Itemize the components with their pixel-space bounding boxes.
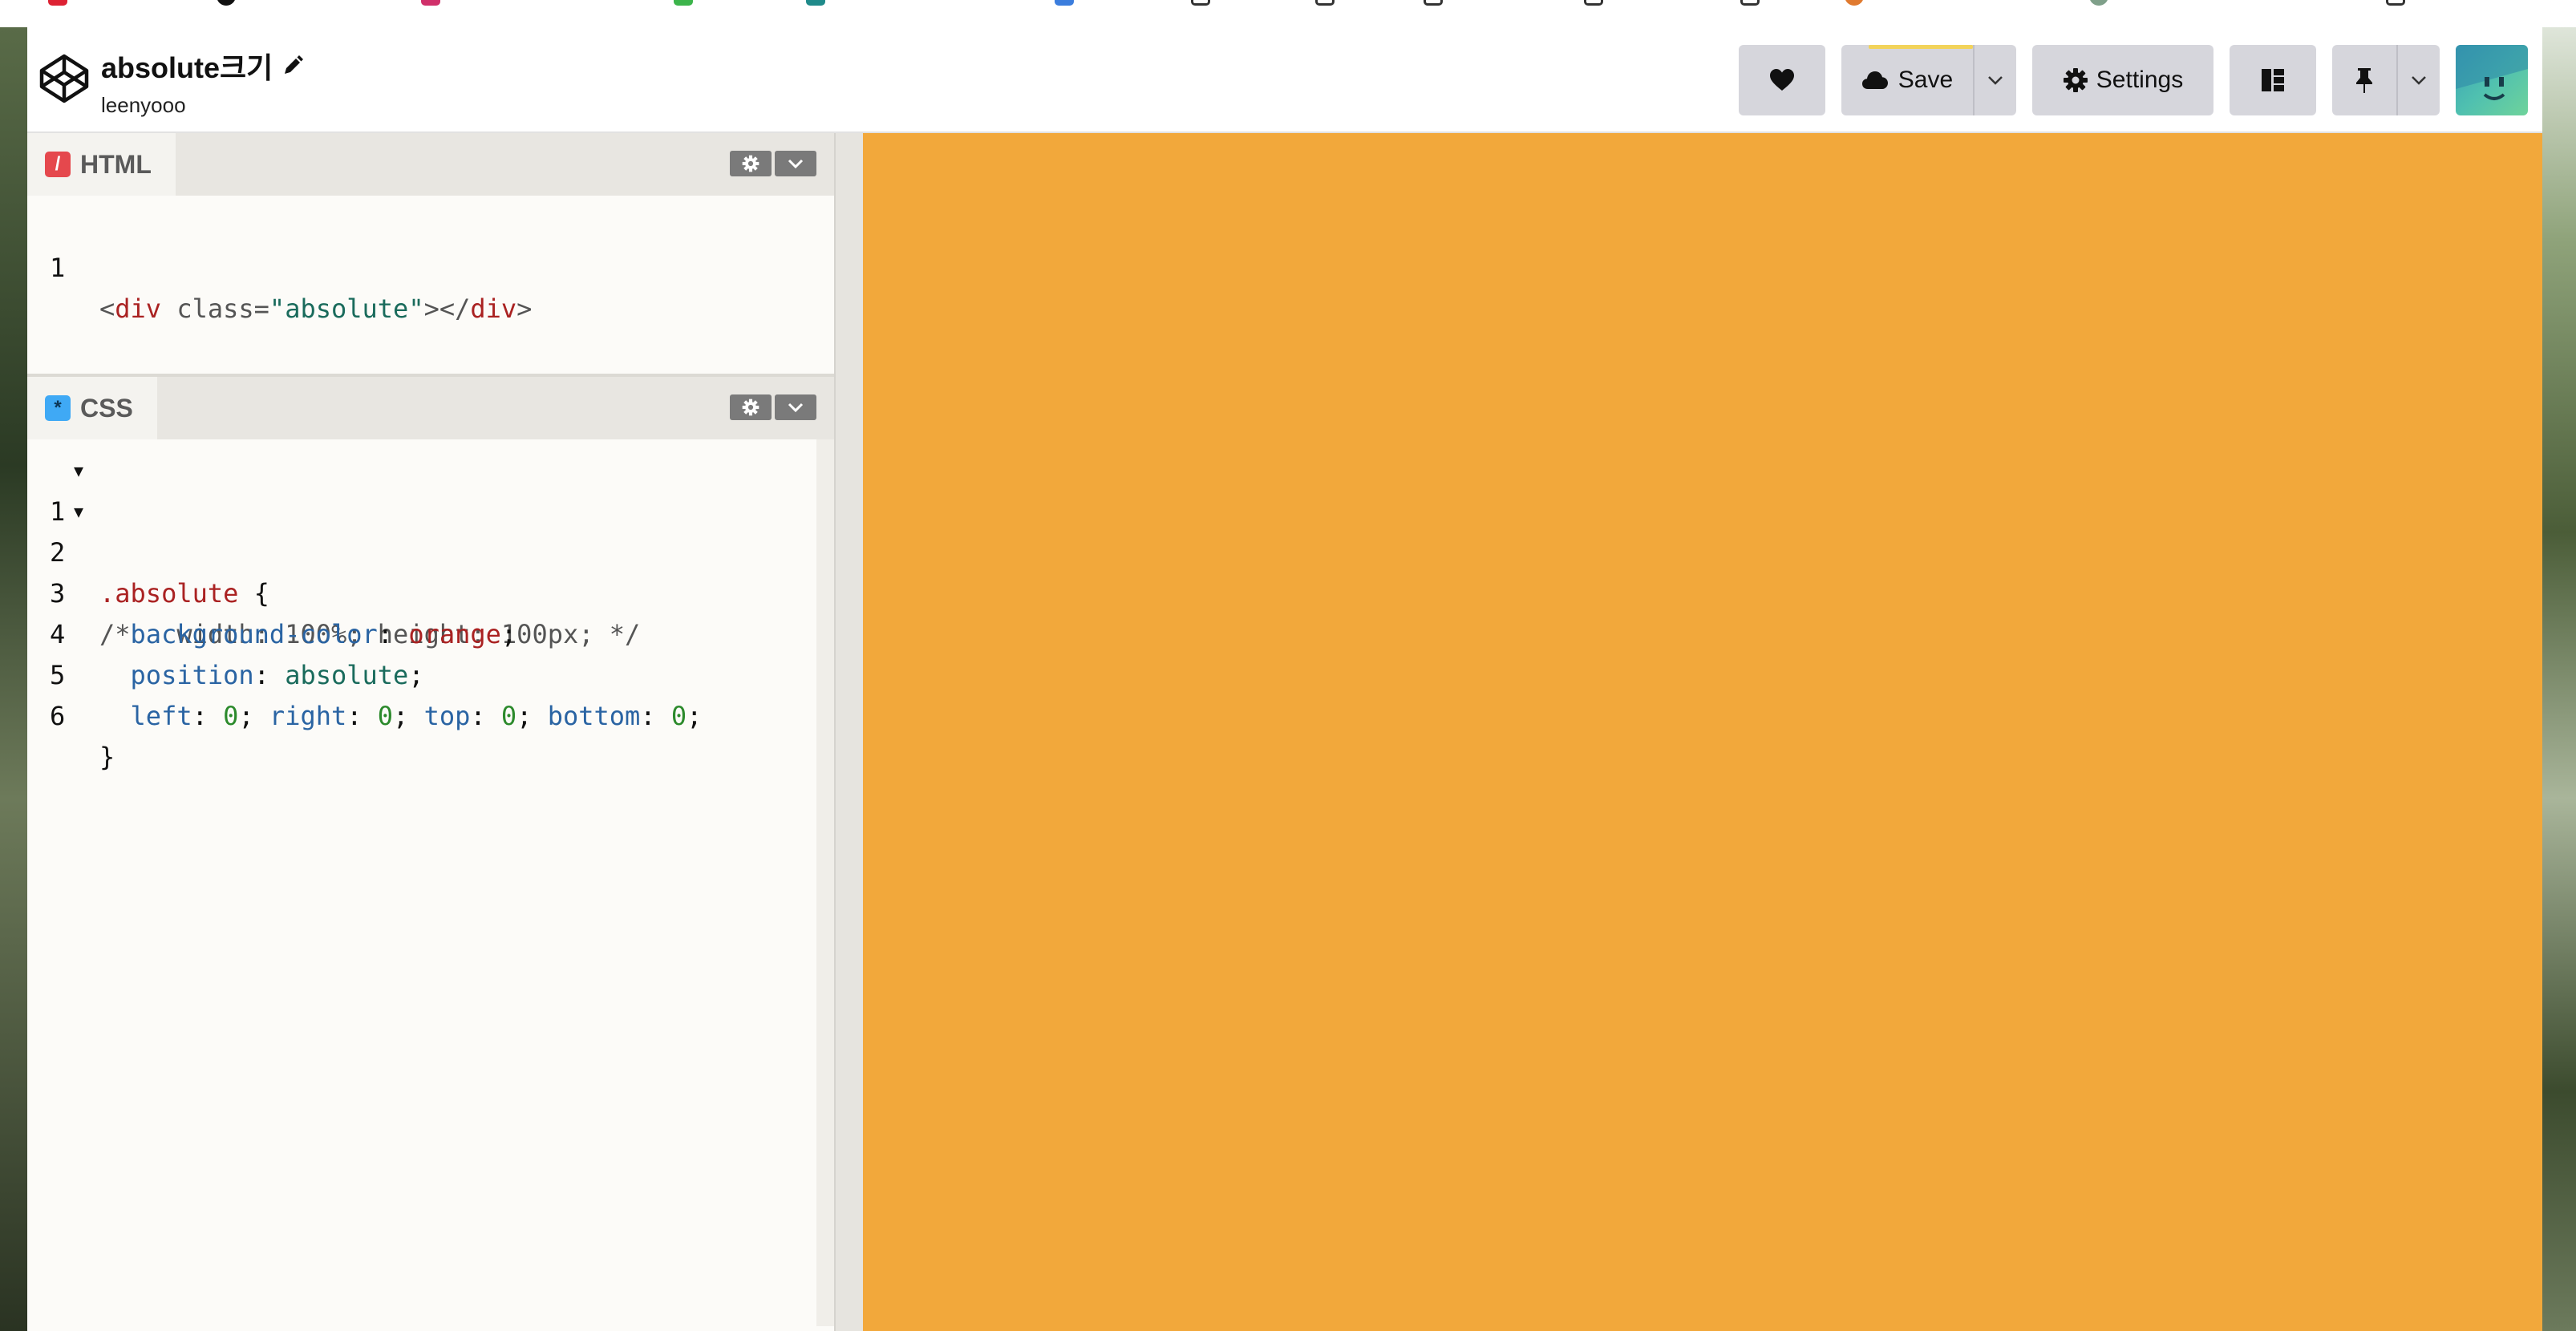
html-collapse-button[interactable] (775, 151, 816, 176)
css-code-area[interactable]: 1 ▼ .absolute { 2 ▼ /* width: 100%; heig… (27, 451, 834, 772)
code-line-text: <div class="absolute"></div> (99, 293, 533, 324)
code-line-text: } (99, 742, 115, 772)
settings-button-label: Settings (2096, 67, 2184, 93)
html-code-area[interactable]: 1 <div class="absolute"></div> (27, 207, 834, 324)
editor-resize-handle[interactable] (834, 133, 863, 1331)
bookmark-item[interactable] (1055, 0, 1074, 10)
bookmark-item[interactable] (2089, 0, 2108, 10)
bookmarks-bar (0, 0, 2576, 27)
layout-icon (2262, 69, 2284, 91)
save-button-label: Save (1898, 67, 1954, 93)
css-settings-button[interactable] (730, 394, 772, 420)
change-view-button[interactable] (2230, 45, 2316, 115)
code-line: 1 ▼ .absolute { (27, 451, 834, 609)
code-line-text: left: 0; right: 0; top: 0; bottom: 0; (130, 701, 703, 731)
pen-title-text[interactable]: absolute크기 (101, 45, 273, 87)
chevron-down-icon (788, 403, 804, 412)
love-button[interactable] (1739, 45, 1825, 115)
fold-arrow-icon[interactable]: ▼ (74, 451, 83, 492)
settings-button[interactable]: Settings (2032, 45, 2213, 115)
tab-css[interactable]: * CSS (27, 377, 157, 439)
bookmark-item[interactable] (674, 0, 693, 10)
code-line: 1 <div class="absolute"></div> (27, 207, 834, 324)
css-collapse-button[interactable] (775, 394, 816, 420)
html-settings-button[interactable] (730, 151, 772, 176)
save-options-button[interactable] (1975, 45, 2016, 115)
bookmark-item[interactable] (48, 0, 67, 10)
css-panel-header: * CSS (27, 377, 834, 439)
bookmark-folder[interactable] (1584, 0, 1603, 10)
bookmark-item[interactable] (217, 0, 236, 10)
pen-title-block: absolute크기 leenyooo (101, 45, 305, 118)
chevron-down-icon (2412, 76, 2426, 85)
bookmark-folder[interactable] (1740, 0, 1760, 10)
cloud-icon (1861, 71, 1888, 89)
pen-header: absolute크기 leenyooo Save Settings (27, 27, 2542, 133)
save-button[interactable]: Save (1841, 45, 1973, 115)
css-badge-icon: * (45, 395, 71, 421)
heart-icon (1770, 69, 1794, 91)
code-line: 6 } (27, 655, 834, 772)
save-progress-bar (1869, 45, 1973, 49)
gear-icon (742, 398, 759, 416)
pencil-icon[interactable] (281, 54, 305, 78)
pin-icon (2356, 68, 2372, 93)
html-tab-label: HTML (80, 149, 152, 179)
pin-button[interactable] (2332, 45, 2396, 115)
codepen-app: absolute크기 leenyooo Save Settings / HTML… (27, 27, 2542, 1331)
editor-column: / HTML 1 <div class="absolute"></div> * … (27, 133, 834, 1331)
chevron-down-icon (1988, 76, 2003, 85)
css-tab-label: CSS (80, 393, 133, 423)
bookmark-item[interactable] (806, 0, 825, 10)
bookmark-folder[interactable] (1424, 0, 1443, 10)
line-number: 1 (50, 253, 66, 283)
code-line: 2 ▼ /* width: 100%; height: 100px; */ (27, 492, 834, 649)
pen-owner[interactable]: leenyooo (101, 93, 305, 118)
fold-arrow-icon[interactable]: ▼ (74, 492, 83, 532)
bookmark-folder[interactable] (1315, 0, 1335, 10)
line-number: 6 (50, 701, 66, 731)
code-line: 4 position: absolute; (27, 573, 834, 690)
chevron-down-icon (788, 159, 804, 168)
gear-icon (742, 155, 759, 172)
code-line: 3 background-color: orange; (27, 532, 834, 649)
html-panel-header: / HTML (27, 133, 834, 196)
pin-options-button[interactable] (2398, 45, 2440, 115)
html-badge-icon: / (45, 152, 71, 177)
codepen-logo-icon[interactable] (37, 51, 91, 106)
user-avatar[interactable] (2456, 45, 2528, 115)
bookmark-folder[interactable] (1191, 0, 1210, 10)
pen-title[interactable]: absolute크기 (101, 45, 305, 87)
gear-icon (2063, 68, 2088, 92)
avatar-face-icon (2456, 45, 2528, 100)
desktop-wallpaper-left (0, 0, 27, 1331)
result-preview[interactable] (863, 133, 2542, 1331)
desktop-wallpaper-right (2542, 0, 2576, 1331)
bookmark-item[interactable] (421, 0, 440, 10)
bookmark-item[interactable] (1845, 0, 1864, 10)
tab-html[interactable]: / HTML (27, 133, 176, 196)
code-line: 5 left: 0; right: 0; top: 0; bottom: 0; (27, 614, 834, 731)
bookmark-folder[interactable] (2386, 0, 2405, 10)
